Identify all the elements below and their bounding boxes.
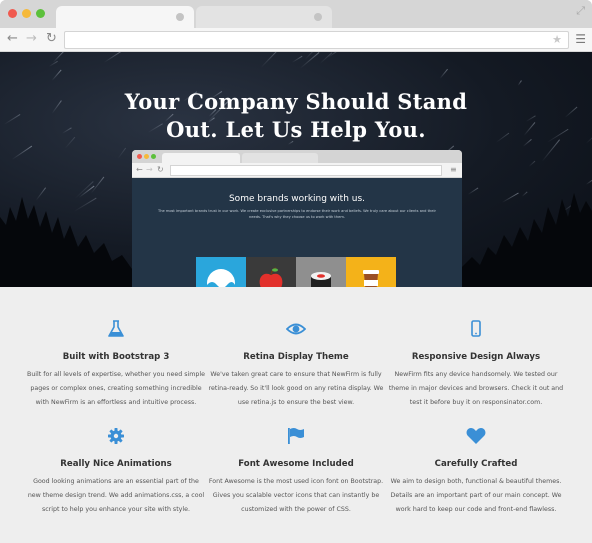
- mockup-toolbar: ← → ↻ ≡: [132, 163, 462, 178]
- flag-icon: [288, 428, 304, 444]
- feature-bootstrap: Built with Bootstrap 3 Built for all lev…: [27, 320, 205, 410]
- forward-arrow-icon[interactable]: →: [26, 31, 37, 47]
- gear-icon: [108, 428, 124, 444]
- star-trail: [51, 69, 62, 81]
- feature-crafted: Carefully Crafted We aim to design both,…: [387, 427, 565, 517]
- heart-icon: [466, 428, 486, 444]
- tab-strip: ⤢: [0, 0, 592, 28]
- back-arrow-icon[interactable]: ←: [7, 31, 18, 47]
- coffee-cup-icon: [363, 270, 379, 287]
- wave-icon: [207, 269, 235, 287]
- feature-font-awesome: Font Awesome Included Font Awesome is th…: [207, 427, 385, 517]
- browser-mockup: ← → ↻ ≡ Some brands working with us. The…: [132, 150, 462, 287]
- browser-window: ⤢ ← → ↻ ★ ☰ Your Company Should Stand Ou…: [0, 0, 592, 543]
- feature-title: Retina Display Theme: [243, 352, 349, 362]
- feature-text: Font Awesome is the most used icon font …: [208, 478, 384, 513]
- eye-icon: [286, 323, 306, 335]
- star-trail: [96, 52, 113, 53]
- apple-icon: [259, 267, 283, 287]
- hero-section: Your Company Should Stand Out. Let Us He…: [0, 52, 592, 287]
- mockup-maximize-dot: [151, 154, 156, 159]
- hero-title-line-1: Your Company Should Stand: [124, 89, 468, 114]
- brand-tile-sushi: [296, 257, 346, 287]
- mockup-minimize-dot: [144, 154, 149, 159]
- mockup-tab-strip: [132, 150, 462, 163]
- feature-responsive: Responsive Design Always NewFirm fits an…: [387, 320, 565, 410]
- feature-text: We aim to design both, functional & beau…: [390, 478, 562, 513]
- feature-title: Carefully Crafted: [434, 459, 518, 469]
- tab-close-icon[interactable]: [176, 13, 184, 21]
- mobile-icon: [471, 320, 481, 337]
- brand-tile-apple: [246, 257, 296, 287]
- feature-animations: Really Nice Animations Good looking anim…: [27, 427, 205, 517]
- flask-icon: [108, 320, 124, 337]
- features-section: Built with Bootstrap 3 Built for all lev…: [0, 287, 592, 543]
- mockup-menu-icon: ≡: [450, 165, 457, 174]
- star-trail: [117, 147, 127, 159]
- fullscreen-icon[interactable]: ⤢: [576, 4, 585, 18]
- feature-text: We've taken great care to ensure that Ne…: [208, 371, 384, 406]
- star-trail: [528, 160, 536, 167]
- star-trail: [291, 55, 303, 63]
- sushi-icon: [311, 272, 331, 287]
- brands-heading: Some brands working with us.: [228, 194, 366, 204]
- feature-title: Built with Bootstrap 3: [62, 352, 170, 362]
- mockup-address-bar: [170, 165, 442, 176]
- mockup-tab-inactive: [242, 153, 318, 163]
- feature-title: Font Awesome Included: [238, 459, 354, 469]
- star-trail: [260, 52, 281, 68]
- feature-title: Responsive Design Always: [411, 352, 541, 362]
- brands-subtext: The most important brands trust in our w…: [158, 209, 436, 219]
- feature-text: Good looking animations are an essential…: [27, 478, 205, 513]
- feature-text: NewFirm fits any device handsomely. We t…: [388, 371, 564, 406]
- feature-text: Built for all levels of expertise, wheth…: [27, 371, 205, 406]
- minimize-window-button[interactable]: [22, 9, 31, 18]
- star-trail: [319, 52, 333, 64]
- browser-toolbar: ← → ↻ ★ ☰: [0, 28, 592, 52]
- hamburger-menu-icon[interactable]: ☰: [575, 31, 586, 47]
- mockup-tab-active: [162, 153, 240, 163]
- window-controls: [8, 9, 45, 18]
- mockup-forward-icon: →: [146, 165, 153, 174]
- tab-close-icon[interactable]: [314, 13, 322, 21]
- feature-retina: Retina Display Theme We've taken great c…: [207, 320, 385, 410]
- brand-tile-coffee: [346, 257, 396, 287]
- hero-title-line-2: Out. Let Us Help You.: [166, 117, 426, 142]
- browser-tab-active[interactable]: [56, 6, 194, 28]
- mockup-content: Some brands working with us. The most im…: [132, 178, 462, 287]
- star-trail: [103, 52, 127, 63]
- brand-tile-wave: [196, 257, 246, 287]
- address-bar[interactable]: ★: [64, 31, 569, 49]
- star-trail: [517, 80, 522, 86]
- bookmark-star-icon[interactable]: ★: [552, 32, 562, 48]
- feature-title: Really Nice Animations: [60, 459, 172, 469]
- close-window-button[interactable]: [8, 9, 17, 18]
- mockup-back-icon: ←: [136, 165, 143, 174]
- mockup-close-dot: [137, 154, 142, 159]
- mockup-reload-icon: ↻: [157, 165, 164, 174]
- browser-tab-new[interactable]: [196, 6, 332, 28]
- reload-icon[interactable]: ↻: [46, 31, 57, 47]
- maximize-window-button[interactable]: [36, 9, 45, 18]
- hero-title: Your Company Should Stand Out. Let Us He…: [0, 88, 592, 144]
- star-trail: [48, 60, 58, 67]
- star-trail: [11, 145, 33, 160]
- star-trail: [439, 68, 448, 79]
